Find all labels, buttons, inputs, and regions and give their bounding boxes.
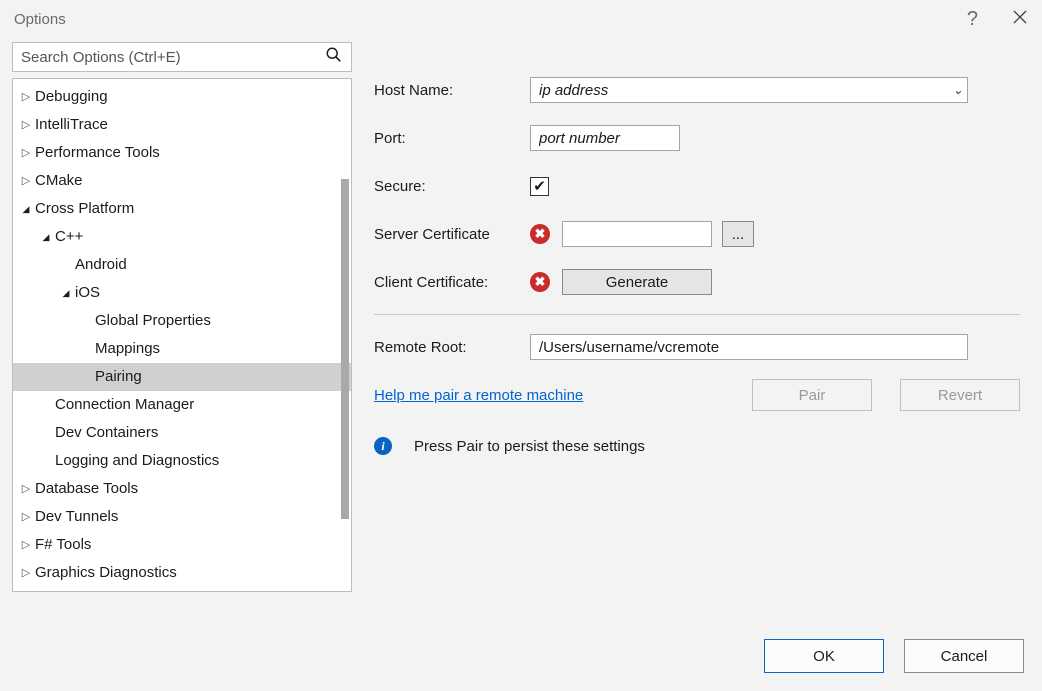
tree-item-label: Pairing <box>95 363 142 391</box>
remote-root-label: Remote Root: <box>374 339 530 356</box>
server-cert-label: Server Certificate <box>374 226 530 243</box>
tree-item-label: iOS <box>75 279 100 307</box>
search-icon[interactable] <box>325 46 343 68</box>
tree-item[interactable]: ▷F# Tools <box>13 531 351 559</box>
host-name-label: Host Name: <box>374 82 530 99</box>
triangle-right-icon: ▷ <box>19 111 33 139</box>
triangle-right-icon: ▷ <box>19 139 33 167</box>
info-icon: i <box>374 437 392 455</box>
tree-item[interactable]: ▷CMake <box>13 167 351 195</box>
secure-label: Secure: <box>374 178 530 195</box>
triangle-right-icon: ▷ <box>19 83 33 111</box>
check-icon: ✔ <box>533 179 546 194</box>
tree-item-label: Cross Platform <box>35 195 134 223</box>
triangle-right-icon: ▷ <box>19 531 33 559</box>
tree-item-label: C++ <box>55 223 83 251</box>
tree-item[interactable]: Connection Manager <box>13 391 351 419</box>
tree-item[interactable]: ▷Database Tools <box>13 475 351 503</box>
tree-item[interactable]: Mappings <box>13 335 351 363</box>
browse-button[interactable]: ... <box>722 221 754 247</box>
titlebar: Options ? <box>0 0 1042 34</box>
search-box <box>12 42 352 72</box>
settings-panel: Host Name: ip address ⌄ Port: Secure: ✔ … <box>374 42 1030 592</box>
triangle-right-icon: ▷ <box>19 475 33 503</box>
tree-item-label: Performance Tools <box>35 139 160 167</box>
cancel-button[interactable]: Cancel <box>904 639 1024 673</box>
tree-item[interactable]: Logging and Diagnostics <box>13 447 351 475</box>
window-title: Options <box>14 11 66 28</box>
triangle-down-icon: ◢ <box>39 223 53 251</box>
options-dialog: Options ? ▷Debugging▷IntelliTrace▷Perfor… <box>0 0 1042 691</box>
tree-item-label: Dev Containers <box>55 419 158 447</box>
tree-item-label: CMake <box>35 167 83 195</box>
help-pair-link[interactable]: Help me pair a remote machine <box>374 387 583 404</box>
ok-button[interactable]: OK <box>764 639 884 673</box>
remote-root-input[interactable] <box>530 334 968 360</box>
scrollbar-thumb[interactable] <box>341 179 349 519</box>
client-cert-label: Client Certificate: <box>374 274 530 291</box>
port-input[interactable] <box>530 125 680 151</box>
secure-checkbox[interactable]: ✔ <box>530 177 549 196</box>
tree-item-label: Connection Manager <box>55 391 194 419</box>
server-cert-input[interactable] <box>562 221 712 247</box>
chevron-down-icon: ⌄ <box>953 83 963 97</box>
info-bar: i Press Pair to persist these settings <box>374 437 1020 455</box>
divider <box>374 314 1020 315</box>
info-text: Press Pair to persist these settings <box>414 438 645 455</box>
revert-button[interactable]: Revert <box>900 379 1020 411</box>
tree-item-label: Global Properties <box>95 307 211 335</box>
options-tree: ▷Debugging▷IntelliTrace▷Performance Tool… <box>12 78 352 592</box>
pair-button[interactable]: Pair <box>752 379 872 411</box>
triangle-right-icon: ▷ <box>19 559 33 587</box>
host-name-combo[interactable]: ip address ⌄ <box>530 77 968 103</box>
tree-item-label: Graphics Diagnostics <box>35 559 177 587</box>
error-icon: ✖ <box>530 224 550 244</box>
tree-item[interactable]: Dev Containers <box>13 419 351 447</box>
triangle-down-icon: ◢ <box>59 279 73 307</box>
tree-item[interactable]: ▷Performance Tools <box>13 139 351 167</box>
tree-item-label: F# Tools <box>35 531 91 559</box>
tree-item[interactable]: ◢iOS <box>13 279 351 307</box>
tree-item-label: Dev Tunnels <box>35 503 118 531</box>
generate-button[interactable]: Generate <box>562 269 712 295</box>
tree-item-label: Mappings <box>95 335 160 363</box>
triangle-right-icon: ▷ <box>19 167 33 195</box>
error-icon: ✖ <box>530 272 550 292</box>
tree-item-label: Debugging <box>35 83 108 111</box>
triangle-right-icon: ▷ <box>19 503 33 531</box>
tree-item[interactable]: Global Properties <box>13 307 351 335</box>
tree-item-label: IntelliTrace <box>35 111 108 139</box>
port-label: Port: <box>374 130 530 147</box>
tree-item[interactable]: Android <box>13 251 351 279</box>
tree-item[interactable]: ▷Graphics Diagnostics <box>13 559 351 587</box>
tree-item[interactable]: ▷IntelliTrace <box>13 111 351 139</box>
close-icon[interactable] <box>1012 9 1028 30</box>
tree-item-label: Database Tools <box>35 475 138 503</box>
host-name-value: ip address <box>539 82 608 99</box>
tree-item[interactable]: ▷Dev Tunnels <box>13 503 351 531</box>
search-input[interactable] <box>12 42 352 72</box>
tree-item[interactable]: ◢Cross Platform <box>13 195 351 223</box>
triangle-down-icon: ◢ <box>19 195 33 223</box>
tree-item[interactable]: ◢C++ <box>13 223 351 251</box>
help-icon[interactable]: ? <box>967 8 978 31</box>
tree-item-label: Android <box>75 251 127 279</box>
tree-item[interactable]: Pairing <box>13 363 351 391</box>
tree-item[interactable]: ▷Debugging <box>13 83 351 111</box>
tree-item-label: Logging and Diagnostics <box>55 447 219 475</box>
